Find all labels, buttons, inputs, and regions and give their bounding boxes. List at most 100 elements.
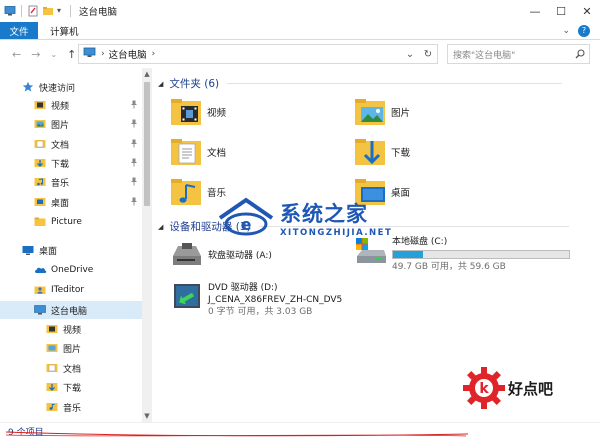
documents-folder-icon — [34, 138, 46, 150]
expand-ribbon-icon[interactable]: ⌄ — [562, 26, 570, 36]
pin-icon[interactable] — [130, 100, 138, 111]
disk-usage-bar — [392, 250, 570, 259]
sidebar-item-this-pc[interactable]: 这台电脑 — [0, 301, 142, 319]
address-bar-actions: ⌄ ↻ — [401, 45, 437, 63]
back-button[interactable]: ← — [12, 48, 21, 61]
sidebar-item-this-pc-downloads[interactable]: 下载 — [46, 378, 142, 396]
tab-file[interactable]: 文件 — [0, 22, 38, 39]
sidebar-item-label: 视频 — [63, 325, 82, 336]
sidebar-item-this-pc-videos[interactable]: 视频 — [46, 320, 142, 338]
folder-tile-videos[interactable]: 视频 — [170, 94, 350, 130]
group-divider — [227, 83, 563, 84]
help-icon[interactable]: ? — [578, 24, 590, 37]
minimize-button[interactable]: — — [522, 0, 548, 22]
qa-separator — [21, 5, 22, 17]
sidebar-item-label: OneDrive — [51, 265, 94, 275]
sidebar-scrollbar[interactable]: ▲ ▼ — [142, 68, 152, 422]
pin-icon[interactable] — [130, 197, 138, 208]
sidebar-item-pictures[interactable]: 图片 — [34, 115, 142, 133]
recent-locations-button[interactable]: ⌄ — [50, 50, 57, 59]
folder-tile-documents[interactable]: 文档 — [170, 134, 350, 170]
sidebar-item-label: 音乐 — [63, 403, 82, 414]
sidebar-item-downloads[interactable]: 下载 — [34, 154, 142, 172]
desktop-folder-icon — [34, 196, 46, 208]
pin-icon[interactable] — [130, 177, 138, 188]
downloads-folder-icon — [34, 157, 46, 169]
sidebar-item-desktop-pinned[interactable]: 桌面 — [34, 193, 142, 211]
sidebar-item-iteditor[interactable]: ITeditor — [34, 281, 142, 299]
drive-volume-label: J_CENA_X86FREV_ZH-CN_DV5 — [208, 295, 343, 305]
drive-local-c[interactable]: 本地磁盘 (C:) 49.7 GB 可用，共 59.6 GB — [354, 236, 570, 273]
floppy-drive-icon — [170, 240, 204, 270]
scrollbar-thumb[interactable] — [144, 82, 150, 206]
sidebar-item-quick-access[interactable]: 快速访问 — [22, 78, 152, 96]
local-disk-icon — [354, 236, 388, 266]
documents-folder-icon — [170, 135, 204, 169]
drive-name: 本地磁盘 (C:) — [392, 237, 448, 247]
sidebar-item-documents[interactable]: 文档 — [34, 135, 142, 153]
refresh-icon[interactable]: ↻ — [419, 49, 437, 60]
sidebar-item-videos[interactable]: 视频 — [34, 96, 142, 114]
tab-computer[interactable]: 计算机 — [38, 22, 91, 39]
new-folder-icon[interactable] — [42, 5, 54, 17]
folder-icon — [34, 216, 46, 228]
watermark-haodianba: k 好点吧 — [462, 366, 553, 410]
sidebar-item-label: 桌面 — [51, 198, 70, 209]
sidebar-item-label: 图片 — [51, 120, 70, 131]
quick-access-toolbar: ▾ — [0, 0, 73, 22]
pin-icon[interactable] — [130, 139, 138, 150]
red-annotation-line — [5, 431, 469, 437]
drive-floppy[interactable]: 软盘驱动器 (A:) — [170, 240, 272, 270]
sidebar-item-this-pc-pictures[interactable]: 图片 — [46, 339, 142, 357]
sidebar-item-music[interactable]: 音乐 — [34, 173, 142, 191]
watermark-xitongzhijia: e 系统之家 XITONGZHIJIA.NET — [216, 196, 392, 240]
search-icon[interactable] — [571, 49, 589, 59]
breadcrumb-chevron-icon[interactable]: › — [152, 49, 156, 59]
pin-icon[interactable] — [130, 158, 138, 169]
qa-dropdown-icon[interactable]: ▾ — [57, 5, 65, 17]
search-placeholder: 搜索"这台电脑" — [453, 50, 516, 61]
music-folder-icon — [46, 401, 58, 413]
computer-icon — [4, 5, 16, 17]
properties-icon[interactable] — [27, 5, 39, 17]
nav-buttons: ← → ⌄ ↑ — [0, 48, 76, 61]
window-title: 这台电脑 — [79, 7, 118, 18]
computer-icon — [83, 47, 96, 61]
address-dropdown-icon[interactable]: ⌄ — [401, 49, 419, 60]
folder-tile-downloads[interactable]: 下载 — [354, 134, 534, 170]
sidebar-item-this-pc-music[interactable]: 音乐 — [46, 398, 142, 416]
disk-usage-fill — [393, 251, 423, 258]
scroll-down-icon[interactable]: ▼ — [142, 412, 152, 420]
downloads-folder-icon — [46, 381, 58, 393]
video-folder-icon — [46, 323, 58, 335]
onedrive-cloud-icon — [34, 264, 47, 276]
user-folder-icon — [34, 284, 46, 296]
forward-button[interactable]: → — [31, 48, 40, 61]
sidebar-item-this-pc-documents[interactable]: 文档 — [46, 359, 142, 377]
sidebar-item-label: 文档 — [51, 140, 70, 151]
folders-group-header[interactable]: ◢ 文件夹 (6) — [158, 76, 563, 91]
music-folder-icon — [34, 176, 46, 188]
scroll-up-icon[interactable]: ▲ — [142, 70, 152, 78]
folder-tile-pictures[interactable]: 图片 — [354, 94, 534, 130]
sidebar-item-label: 这台电脑 — [51, 306, 88, 317]
navigation-pane: 快速访问 视频 图片 文档 下载 音乐 桌面 Picture 桌面 OneDri… — [0, 68, 152, 422]
maximize-button[interactable]: ☐ — [548, 0, 574, 22]
close-button[interactable]: ✕ — [574, 0, 600, 22]
collapse-caret-icon[interactable]: ◢ — [158, 80, 163, 88]
address-bar[interactable]: › 这台电脑 › ⌄ ↻ — [78, 44, 438, 64]
sidebar-item-desktop[interactable]: 桌面 — [22, 241, 152, 259]
drive-dvd-d[interactable]: DVD 驱动器 (D:) J_CENA_X86FREV_ZH-CN_DV5 0 … — [170, 282, 342, 318]
sidebar-item-picture[interactable]: Picture — [34, 213, 142, 231]
drive-name: 软盘驱动器 (A:) — [208, 251, 272, 261]
sidebar-item-label: 快速访问 — [39, 83, 76, 94]
svg-text:k: k — [479, 381, 489, 397]
drive-space: 49.7 GB 可用，共 59.6 GB — [392, 262, 506, 272]
search-input[interactable]: 搜索"这台电脑" — [447, 44, 590, 64]
pin-icon[interactable] — [130, 119, 138, 130]
sidebar-item-onedrive[interactable]: OneDrive — [34, 261, 142, 279]
breadcrumb-chevron-icon[interactable]: › — [101, 49, 105, 59]
up-button[interactable]: ↑ — [67, 48, 76, 61]
collapse-caret-icon[interactable]: ◢ — [158, 223, 163, 231]
breadcrumb-this-pc[interactable]: 这台电脑 — [109, 47, 147, 61]
